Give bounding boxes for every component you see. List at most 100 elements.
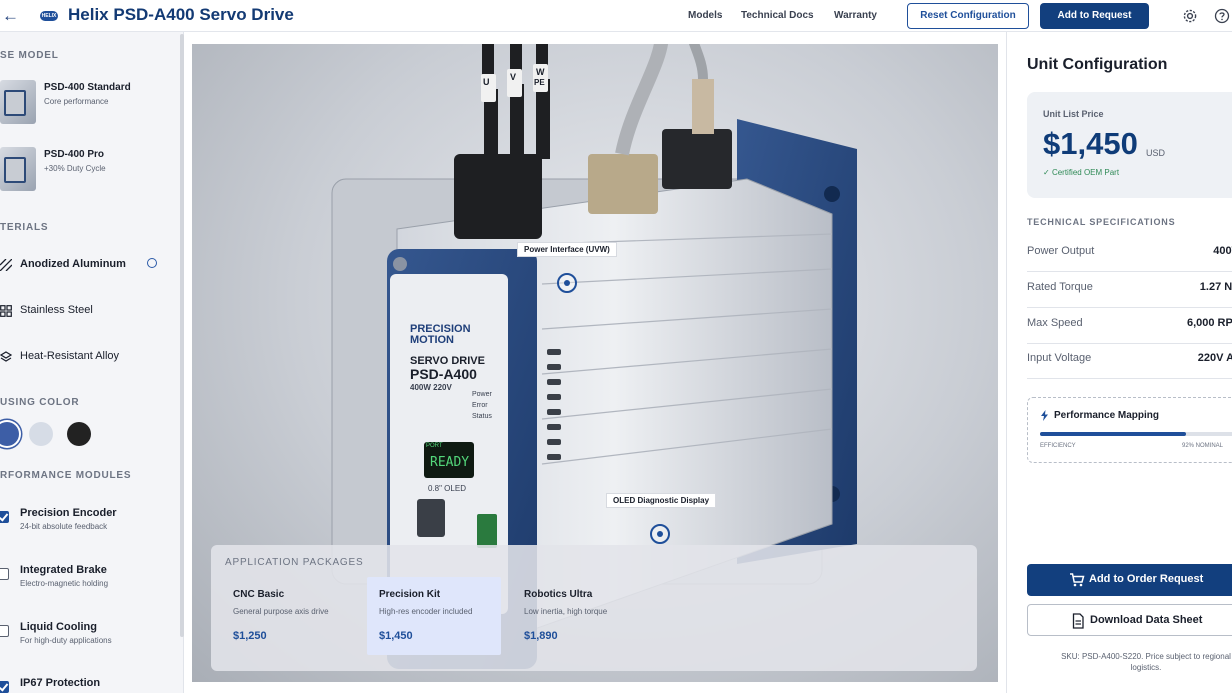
module-liquid-cooling[interactable]: Liquid Cooling For high-duty application… (0, 621, 170, 655)
model-name: PSD-400 Standard (44, 82, 131, 93)
oled-caption: 0.8" OLED (428, 484, 466, 493)
module-subtitle: Electro-magnetic holding (20, 579, 109, 588)
module-precision-encoder[interactable]: Precision Encoder 24-bit absolute feedba… (0, 507, 170, 541)
efficiency-bar (1040, 432, 1232, 436)
color-swatch-silver[interactable] (29, 422, 53, 446)
spec-key: Input Voltage (1027, 352, 1092, 364)
module-ip67-protection[interactable]: IP67 Protection (0, 677, 170, 693)
package-name: Precision Kit (379, 589, 441, 600)
hotspot-power-interface[interactable] (557, 273, 577, 293)
spec-key: Power Output (1027, 245, 1095, 257)
cart-icon (1070, 573, 1085, 587)
package-cnc-basic[interactable]: CNC Basic General purpose axis drive $1,… (221, 577, 355, 655)
packages-heading: APPLICATION PACKAGES (225, 557, 364, 568)
add-to-request-button[interactable]: Add to Request (1040, 3, 1149, 29)
cable-tag-w: W (536, 67, 545, 77)
spec-value: 6,000 RPM (1186, 317, 1232, 329)
module-name: IP67 Protection (20, 677, 101, 689)
material-heat-resistant-alloy[interactable]: Heat-Resistant Alloy (0, 349, 170, 369)
package-name: Robotics Ultra (524, 589, 593, 600)
package-price: $1,250 (233, 630, 267, 642)
hotspot-tooltip: OLED Diagnostic Display (606, 493, 717, 508)
nav-technical-docs[interactable]: Technical Docs (741, 10, 814, 21)
material-label: Anodized Aluminum (20, 258, 126, 270)
oled-ready-text: READY (430, 455, 470, 470)
download-button-label: Download Data Sheet (1090, 614, 1203, 626)
spec-row: Rated Torque 1.27 Nm (1027, 272, 1232, 308)
sidebar-scrollbar[interactable] (180, 34, 184, 637)
material-label: Heat-Resistant Alloy (20, 350, 120, 362)
nav-models[interactable]: Models (688, 10, 722, 21)
reset-configuration-button[interactable]: Reset Configuration (907, 3, 1029, 29)
module-checkbox[interactable] (0, 511, 9, 523)
gear-icon[interactable] (1182, 8, 1198, 24)
module-name: Liquid Cooling (20, 621, 97, 633)
model-subtitle: +30% Duty Cycle (44, 164, 106, 173)
module-checkbox[interactable] (0, 568, 9, 580)
hotspot-tooltip: Power Interface (UVW) (517, 242, 617, 257)
document-icon (1072, 613, 1084, 629)
currency-label: USD (1146, 148, 1166, 158)
spec-row: Max Speed 6,000 RPM (1027, 308, 1232, 344)
material-anodized-aluminum[interactable]: Anodized Aluminum (0, 257, 170, 277)
model-name: PSD-400 Pro (44, 149, 105, 160)
model-subtitle: Core performance (44, 97, 109, 106)
texture-hatch-icon (0, 259, 12, 271)
spec-key: Max Speed (1027, 317, 1083, 329)
application-packages-panel: APPLICATION PACKAGES CNC Basic General p… (211, 545, 977, 671)
model-thumbnail (0, 80, 36, 124)
package-name: CNC Basic (233, 589, 285, 600)
cable-tag-u: U (483, 77, 490, 87)
package-precision-kit[interactable]: Precision Kit High-res encoder included … (367, 577, 501, 655)
package-desc: General purpose axis drive (233, 607, 329, 616)
device-led-labels: Power Error Status (472, 391, 492, 420)
page-title: Helix PSD-A400 Servo Drive (68, 5, 294, 24)
module-integrated-brake[interactable]: Integrated Brake Electro-magnetic holdin… (0, 564, 170, 598)
package-robotics-ultra[interactable]: Robotics Ultra Low inertia, high torque … (512, 577, 646, 655)
module-subtitle: 24-bit absolute feedback (20, 522, 108, 531)
efficiency-value: 92% NOMINAL (1182, 443, 1224, 449)
model-card-standard[interactable]: PSD-400 Standard Core performance (0, 80, 170, 124)
module-name: Integrated Brake (20, 564, 107, 576)
unit-price: $1,450 (1043, 126, 1138, 161)
nav-warranty[interactable]: Warranty (834, 10, 877, 21)
spec-row: Input Voltage 220V AC (1027, 343, 1232, 379)
material-stainless-steel[interactable]: Stainless Steel (0, 303, 170, 323)
spec-value: 1.27 Nm (1199, 281, 1232, 293)
device-label: PRECISION MOTION SERVO DRIVE PSD-A400 40… (410, 323, 485, 393)
panel-title: Unit Configuration (1027, 56, 1168, 73)
specs-heading: TECHNICAL SPECIFICATIONS (1027, 217, 1176, 227)
performance-title: Performance Mapping (1054, 410, 1160, 421)
housing-color-heading: USING COLOR (0, 397, 80, 408)
spec-value: 400W (1213, 245, 1232, 257)
unit-configuration-panel: Unit Configuration Unit List Price $1,45… (1006, 32, 1232, 693)
color-swatch-black[interactable] (67, 422, 91, 446)
spec-value: 220V AC (1197, 352, 1232, 364)
help-icon[interactable] (1214, 8, 1230, 24)
download-data-sheet-button[interactable]: Download Data Sheet (1027, 604, 1232, 636)
base-model-heading: SE MODEL (0, 50, 59, 61)
package-desc: Low inertia, high torque (524, 607, 608, 616)
module-checkbox[interactable] (0, 681, 9, 693)
efficiency-bar-fill (1040, 432, 1186, 436)
spec-key: Rated Torque (1027, 281, 1093, 293)
certified-text: Certified OEM Part (1051, 168, 1120, 177)
package-price: $1,890 (524, 630, 558, 642)
layers-icon (0, 351, 12, 362)
module-checkbox[interactable] (0, 625, 9, 637)
back-arrow-icon[interactable]: ← (2, 7, 19, 25)
module-subtitle: For high-duty applications (20, 636, 112, 645)
add-to-order-request-button[interactable]: Add to Order Request (1027, 564, 1232, 596)
model-card-pro[interactable]: PSD-400 Pro +30% Duty Cycle (0, 147, 170, 191)
performance-modules-heading: RFORMANCE MODULES (0, 470, 132, 481)
spec-row: Power Output 400W (1027, 236, 1232, 272)
cable-tag-v: V (510, 72, 517, 82)
bolt-icon (1041, 410, 1048, 421)
performance-mapping-card: Performance Mapping EFFICIENCY 92% NOMIN… (1027, 397, 1232, 463)
hotspot-oled-display[interactable] (650, 524, 670, 544)
materials-heading: TERIALS (0, 222, 49, 233)
brand-logo: HELIX (40, 11, 58, 21)
price-card: Unit List Price $1,450 USD ✓ Certified O… (1027, 92, 1232, 198)
sku-note: SKU: PSD-A400-S220. Price subject to reg… (1061, 652, 1231, 672)
package-price: $1,450 (379, 630, 413, 642)
